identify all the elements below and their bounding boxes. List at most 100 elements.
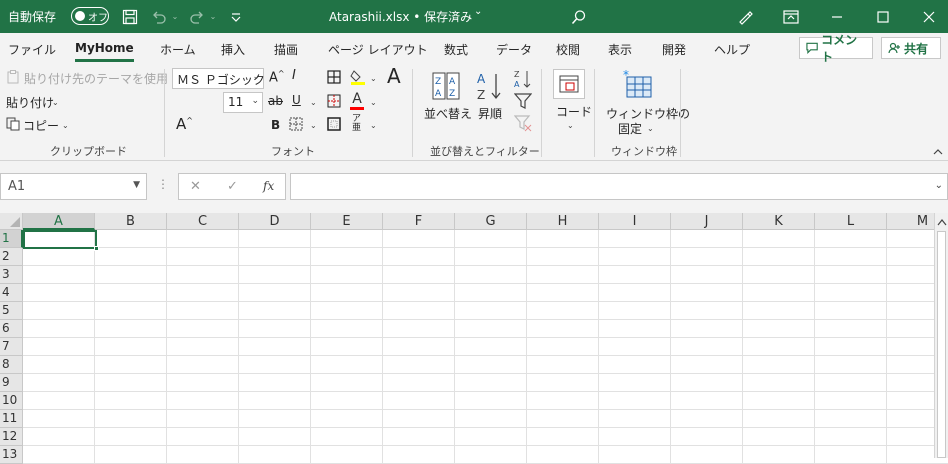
cell-c10[interactable] <box>167 392 239 410</box>
column-header-e[interactable]: E <box>311 213 383 230</box>
cell-d10[interactable] <box>239 392 311 410</box>
row-header-2[interactable]: 2 <box>0 248 23 266</box>
enter-icon[interactable]: ✓ <box>227 179 238 194</box>
cell-j4[interactable] <box>671 284 743 302</box>
column-header-j[interactable]: J <box>671 213 743 230</box>
code-dropdown-icon[interactable]: ⌄ <box>567 121 574 130</box>
cell-g12[interactable] <box>455 428 527 446</box>
cell-f1[interactable] <box>383 230 455 248</box>
cell-b8[interactable] <box>95 356 167 374</box>
cell-g2[interactable] <box>455 248 527 266</box>
sort-descending-icon[interactable]: ZA <box>512 68 534 90</box>
undo-dropdown-icon[interactable]: ⌄ <box>170 0 180 33</box>
expand-formula-icon[interactable]: ⌄ <box>935 180 943 191</box>
cell-f3[interactable] <box>383 266 455 284</box>
cell-k1[interactable] <box>743 230 815 248</box>
cell-a3[interactable] <box>23 266 95 284</box>
cell-j12[interactable] <box>671 428 743 446</box>
phonetic-dropdown-icon[interactable]: ⌄ <box>370 121 377 130</box>
row-header-1[interactable]: 1 <box>0 230 23 248</box>
cell-i2[interactable] <box>599 248 671 266</box>
grow-font-icon[interactable]: A^ <box>269 69 285 85</box>
cell-h6[interactable] <box>527 320 599 338</box>
cell-a12[interactable] <box>23 428 95 446</box>
cell-l1[interactable] <box>815 230 887 248</box>
cell-e6[interactable] <box>311 320 383 338</box>
tab-file[interactable]: ファイル <box>8 41 56 58</box>
name-box[interactable]: A1 ▼ <box>0 173 147 200</box>
cell-d7[interactable] <box>239 338 311 356</box>
cell-l7[interactable] <box>815 338 887 356</box>
cancel-icon[interactable]: ✕ <box>190 179 201 194</box>
cell-a9[interactable] <box>23 374 95 392</box>
cell-h13[interactable] <box>527 446 599 464</box>
name-box-dropdown-icon[interactable]: ▼ <box>133 180 140 190</box>
cell-i5[interactable] <box>599 302 671 320</box>
row-header-9[interactable]: 9 <box>0 374 23 392</box>
cell-l4[interactable] <box>815 284 887 302</box>
cell-h7[interactable] <box>527 338 599 356</box>
tab-insert[interactable]: 挿入 <box>221 41 245 58</box>
formula-bar-grip-icon[interactable]: ⋮ <box>157 177 169 191</box>
copy-dropdown-icon[interactable]: ⌄ <box>62 121 69 130</box>
select-all-corner[interactable] <box>0 213 23 230</box>
cell-e3[interactable] <box>311 266 383 284</box>
cell-i13[interactable] <box>599 446 671 464</box>
underline-dropdown-icon[interactable]: ⌄ <box>310 98 317 107</box>
cell-f8[interactable] <box>383 356 455 374</box>
undo-icon[interactable] <box>148 0 170 33</box>
font-size-dropdown-icon[interactable]: ⌄ <box>251 96 259 106</box>
cell-d1[interactable] <box>239 230 311 248</box>
cell-j9[interactable] <box>671 374 743 392</box>
redo-icon[interactable] <box>186 0 208 33</box>
cell-h3[interactable] <box>527 266 599 284</box>
cell-g3[interactable] <box>455 266 527 284</box>
cell-f5[interactable] <box>383 302 455 320</box>
cell-h11[interactable] <box>527 410 599 428</box>
share-button[interactable]: 共有 <box>881 37 941 59</box>
cell-i11[interactable] <box>599 410 671 428</box>
cell-l5[interactable] <box>815 302 887 320</box>
cell-k2[interactable] <box>743 248 815 266</box>
document-title[interactable]: Atarashii.xlsx • 保存済み <box>329 8 472 25</box>
cell-e7[interactable] <box>311 338 383 356</box>
cell-l10[interactable] <box>815 392 887 410</box>
cell-g7[interactable] <box>455 338 527 356</box>
column-header-l[interactable]: L <box>815 213 887 230</box>
column-header-i[interactable]: I <box>599 213 671 230</box>
freeze-panes-label-line2[interactable]: 固定 <box>618 120 642 137</box>
strikethrough-icon[interactable]: ab <box>268 94 283 108</box>
formula-input[interactable]: ⌄ <box>290 173 948 200</box>
maximize-icon[interactable] <box>872 0 894 33</box>
cell-f11[interactable] <box>383 410 455 428</box>
cell-c4[interactable] <box>167 284 239 302</box>
cell-d13[interactable] <box>239 446 311 464</box>
cell-a6[interactable] <box>23 320 95 338</box>
cell-j1[interactable] <box>671 230 743 248</box>
ribbon-display-options-icon[interactable] <box>780 0 802 33</box>
cell-l13[interactable] <box>815 446 887 464</box>
sort-ascending-button[interactable]: 昇順 <box>478 105 502 122</box>
row-header-6[interactable]: 6 <box>0 320 23 338</box>
cell-a10[interactable] <box>23 392 95 410</box>
cell-a4[interactable] <box>23 284 95 302</box>
freeze-panes-icon[interactable]: * <box>620 68 654 100</box>
paste-button[interactable]: 貼り付け <box>6 94 54 111</box>
outside-border-icon[interactable] <box>326 116 342 132</box>
cell-b3[interactable] <box>95 266 167 284</box>
cell-c12[interactable] <box>167 428 239 446</box>
column-header-k[interactable]: K <box>743 213 815 230</box>
cell-l11[interactable] <box>815 410 887 428</box>
code-button[interactable]: コード <box>556 103 592 120</box>
cell-e1[interactable] <box>311 230 383 248</box>
underline-icon[interactable]: U <box>292 93 301 107</box>
paste-dropdown-icon[interactable]: ⌄ <box>52 98 59 107</box>
pen-icon[interactable] <box>734 0 756 33</box>
column-header-g[interactable]: G <box>455 213 527 230</box>
font-color-icon[interactable]: A <box>349 91 365 111</box>
cell-h10[interactable] <box>527 392 599 410</box>
phonetic-settings-icon[interactable]: ア亜 <box>352 115 361 133</box>
cell-l3[interactable] <box>815 266 887 284</box>
cell-j3[interactable] <box>671 266 743 284</box>
row-header-4[interactable]: 4 <box>0 284 23 302</box>
